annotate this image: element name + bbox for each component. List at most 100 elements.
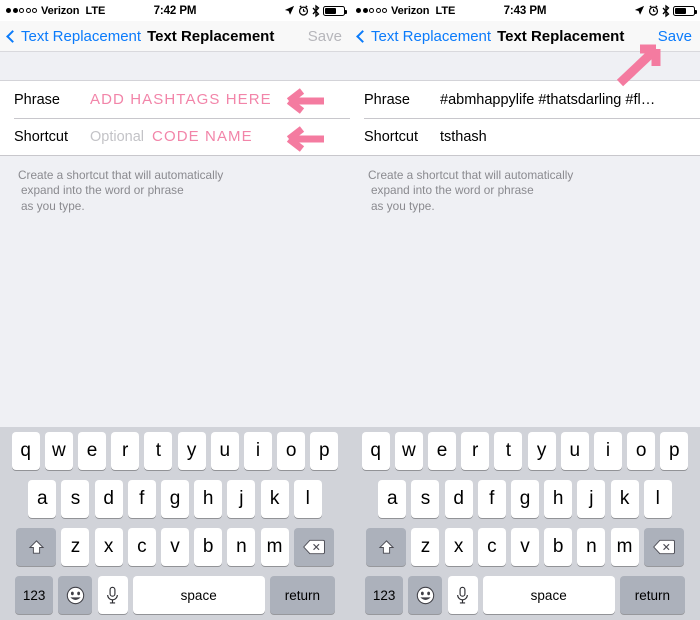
key-v[interactable]: v bbox=[161, 528, 189, 566]
key-u[interactable]: u bbox=[560, 432, 589, 470]
phrase-row-right[interactable]: Phrase #abmhappylife #thatsdarling #flas… bbox=[350, 81, 700, 118]
network-type: LTE bbox=[435, 4, 456, 17]
microphone-key[interactable] bbox=[97, 576, 128, 614]
key-p[interactable]: p bbox=[310, 432, 339, 470]
emoji-key[interactable] bbox=[58, 576, 93, 614]
screenshot-root: Verizon LTE 7:42 PM Text Replacement Tex… bbox=[0, 0, 700, 620]
key-g[interactable]: g bbox=[161, 480, 189, 518]
numbers-key[interactable]: 123 bbox=[15, 576, 54, 614]
phrase-value: #abmhappylife #thatsdarling #flashesof… bbox=[440, 91, 660, 108]
key-v[interactable]: v bbox=[511, 528, 539, 566]
numbers-key[interactable]: 123 bbox=[365, 576, 404, 614]
key-z[interactable]: z bbox=[61, 528, 90, 566]
key-k[interactable]: k bbox=[260, 480, 289, 518]
shift-key[interactable] bbox=[366, 528, 407, 566]
return-key[interactable]: return bbox=[269, 576, 335, 614]
backspace-icon bbox=[302, 539, 325, 555]
status-bar-left: Verizon LTE 7:42 PM bbox=[0, 0, 350, 21]
save-button-right[interactable]: Save bbox=[658, 28, 692, 45]
save-button-left[interactable]: Save bbox=[308, 28, 342, 45]
ink-note-shortcut: CODE NAME bbox=[152, 128, 253, 145]
back-button-right[interactable]: Text Replacement bbox=[356, 28, 491, 45]
keyboard-row-4-right: 123 space return bbox=[352, 576, 698, 614]
key-m[interactable]: m bbox=[610, 528, 639, 566]
key-p[interactable]: p bbox=[660, 432, 689, 470]
form-group-left: Phrase ADD HASHTAGS HERE Shortcut Option… bbox=[0, 81, 350, 156]
helper-line-2: expand into the word or phrase bbox=[371, 183, 534, 197]
key-n[interactable]: n bbox=[577, 528, 606, 566]
key-o[interactable]: o bbox=[277, 432, 306, 470]
ink-note-phrase: ADD HASHTAGS HERE bbox=[90, 91, 272, 108]
key-o[interactable]: o bbox=[627, 432, 656, 470]
key-r[interactable]: r bbox=[111, 432, 140, 470]
status-icons-group-right bbox=[634, 4, 697, 17]
space-key[interactable]: space bbox=[482, 576, 615, 614]
shift-key[interactable] bbox=[16, 528, 57, 566]
key-x[interactable]: x bbox=[444, 528, 473, 566]
phrase-row-left[interactable]: Phrase ADD HASHTAGS HERE bbox=[0, 81, 350, 118]
key-b[interactable]: b bbox=[544, 528, 573, 566]
key-d[interactable]: d bbox=[444, 480, 473, 518]
key-i[interactable]: i bbox=[243, 432, 272, 470]
key-f[interactable]: f bbox=[477, 480, 506, 518]
key-z[interactable]: z bbox=[411, 528, 440, 566]
key-x[interactable]: x bbox=[94, 528, 123, 566]
key-q[interactable]: q bbox=[361, 432, 390, 470]
microphone-icon bbox=[457, 586, 468, 603]
microphone-icon bbox=[107, 586, 118, 603]
key-w[interactable]: w bbox=[44, 432, 73, 470]
key-l[interactable]: l bbox=[643, 480, 672, 518]
key-n[interactable]: n bbox=[227, 528, 256, 566]
key-m[interactable]: m bbox=[260, 528, 289, 566]
key-i[interactable]: i bbox=[593, 432, 622, 470]
emoji-icon bbox=[66, 586, 85, 604]
key-c[interactable]: c bbox=[477, 528, 506, 566]
nav-bar-right: Text Replacement Text Replacement Save bbox=[350, 21, 700, 52]
key-u[interactable]: u bbox=[210, 432, 239, 470]
key-h[interactable]: h bbox=[194, 480, 223, 518]
key-d[interactable]: d bbox=[94, 480, 123, 518]
key-w[interactable]: w bbox=[394, 432, 423, 470]
key-s[interactable]: s bbox=[61, 480, 90, 518]
key-g[interactable]: g bbox=[511, 480, 539, 518]
key-t[interactable]: t bbox=[144, 432, 173, 470]
shortcut-row-right[interactable]: Shortcut tsthash bbox=[350, 118, 700, 155]
key-s[interactable]: s bbox=[411, 480, 440, 518]
backspace-icon bbox=[652, 539, 675, 555]
key-c[interactable]: c bbox=[127, 528, 156, 566]
backspace-key[interactable] bbox=[293, 528, 334, 566]
keyboard-row-3-left: z x c v b n m bbox=[2, 528, 348, 566]
key-k[interactable]: k bbox=[610, 480, 639, 518]
emoji-icon bbox=[416, 586, 435, 604]
key-j[interactable]: j bbox=[227, 480, 256, 518]
microphone-key[interactable] bbox=[447, 576, 478, 614]
key-t[interactable]: t bbox=[494, 432, 523, 470]
key-b[interactable]: b bbox=[194, 528, 223, 566]
key-e[interactable]: e bbox=[428, 432, 457, 470]
keyboard-row-2-left: a s d f g h j k l bbox=[2, 480, 348, 518]
key-a[interactable]: a bbox=[28, 480, 57, 518]
panel-left: Verizon LTE 7:42 PM Text Replacement Tex… bbox=[0, 0, 350, 620]
space-key[interactable]: space bbox=[132, 576, 265, 614]
keyboard-right: q w e r t y u i o p a s d f g h j k l z … bbox=[350, 427, 700, 620]
chevron-left-icon bbox=[356, 29, 369, 43]
key-e[interactable]: e bbox=[78, 432, 107, 470]
key-r[interactable]: r bbox=[461, 432, 490, 470]
emoji-key[interactable] bbox=[408, 576, 443, 614]
return-key[interactable]: return bbox=[619, 576, 685, 614]
key-y[interactable]: y bbox=[527, 432, 556, 470]
backspace-key[interactable] bbox=[643, 528, 684, 566]
back-button-left[interactable]: Text Replacement bbox=[6, 28, 141, 45]
key-f[interactable]: f bbox=[127, 480, 156, 518]
alarm-clock-icon bbox=[298, 5, 309, 16]
key-j[interactable]: j bbox=[577, 480, 606, 518]
key-l[interactable]: l bbox=[293, 480, 322, 518]
signal-strength-icon bbox=[6, 8, 37, 13]
shortcut-row-left[interactable]: Shortcut Optional CODE NAME bbox=[0, 118, 350, 155]
status-icons-group bbox=[284, 4, 347, 17]
key-h[interactable]: h bbox=[544, 480, 573, 518]
key-y[interactable]: y bbox=[177, 432, 206, 470]
status-bar-right: Verizon LTE 7:43 PM bbox=[350, 0, 700, 21]
key-q[interactable]: q bbox=[11, 432, 40, 470]
key-a[interactable]: a bbox=[378, 480, 407, 518]
